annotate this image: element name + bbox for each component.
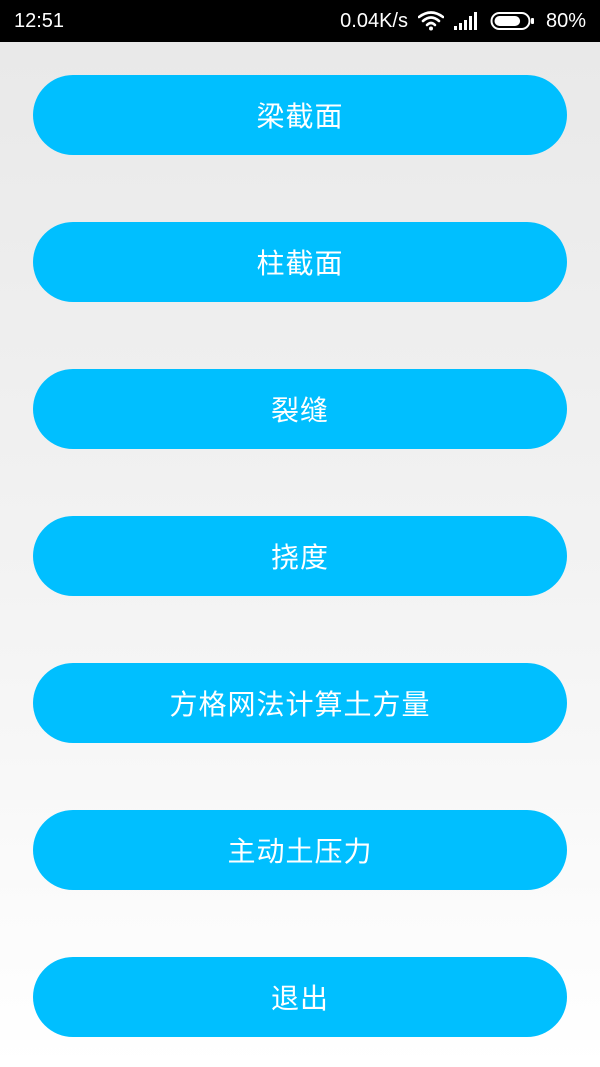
menu: 梁截面 柱截面 裂缝 挠度 方格网法计算土方量 主动土压力 退出	[33, 75, 567, 1037]
deflection-button[interactable]: 挠度	[33, 516, 567, 596]
beam-section-button[interactable]: 梁截面	[33, 75, 567, 155]
exit-button[interactable]: 退出	[33, 957, 567, 1037]
active-earth-pressure-button[interactable]: 主动土压力	[33, 810, 567, 890]
grid-earthwork-button[interactable]: 方格网法计算土方量	[33, 663, 567, 743]
crack-button[interactable]: 裂缝	[33, 369, 567, 449]
status-left: 12:51	[14, 0, 64, 42]
battery-percent: 80%	[545, 9, 586, 32]
battery-icon	[490, 11, 536, 31]
column-section-button[interactable]: 柱截面	[33, 222, 567, 302]
status-right: 0.04K/s 80%	[340, 0, 586, 42]
wifi-icon	[417, 11, 444, 31]
status-time: 12:51	[14, 9, 65, 32]
network-speed: 0.04K/s	[340, 9, 408, 32]
signal-icon	[453, 12, 480, 30]
status-bar: 12:51 0.04K/s 80%	[0, 0, 600, 42]
